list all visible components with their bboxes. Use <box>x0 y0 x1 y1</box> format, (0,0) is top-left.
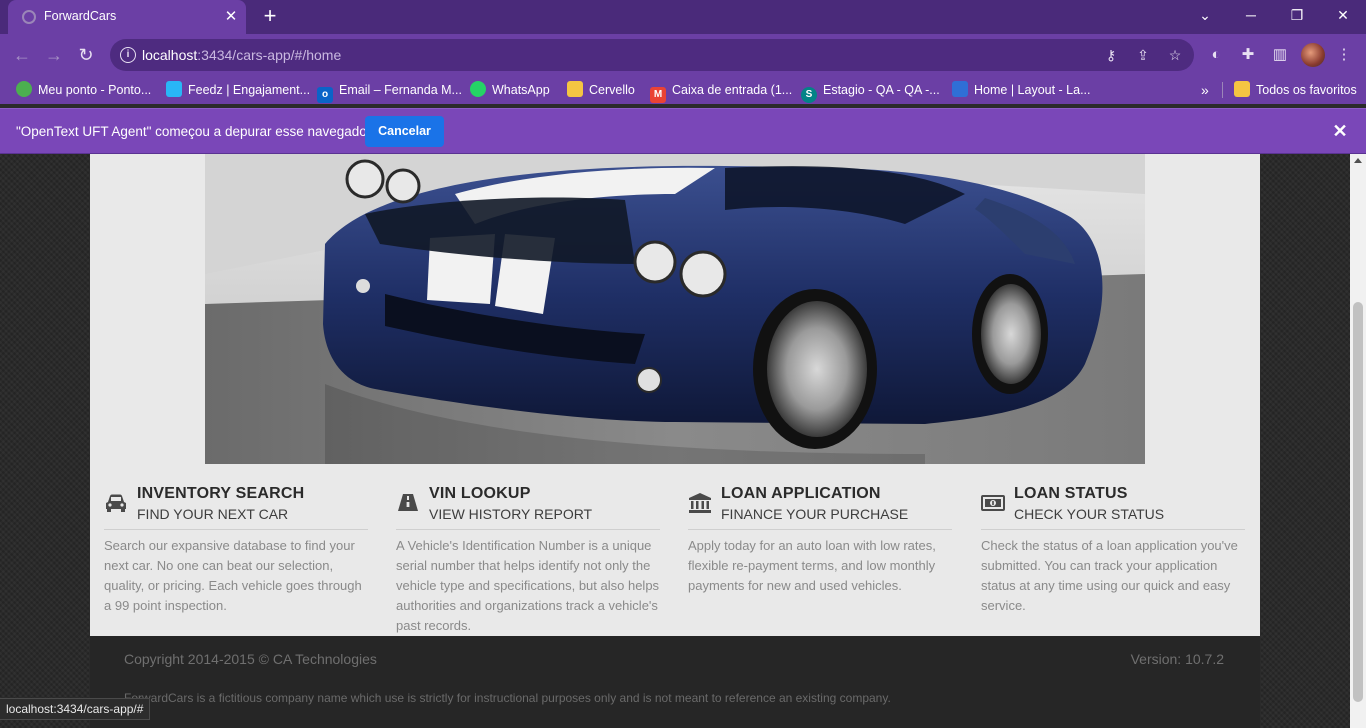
address-bar[interactable]: i localhost:3434/cars-app/#/home ⚷ ⇪ ☆ <box>110 39 1194 71</box>
whatsapp-icon <box>470 81 486 97</box>
feature-subtitle: FINANCE YOUR PURCHASE <box>721 506 909 522</box>
scroll-thumb[interactable] <box>1353 302 1363 702</box>
bookmark-label: Cervello <box>589 83 635 97</box>
feature-divider <box>688 529 952 530</box>
road-icon <box>398 494 418 511</box>
bookmark-label: Caixa de entrada (1... <box>672 83 793 97</box>
footer-copyright: Copyright 2014-2015 © CA Technologies <box>124 651 377 667</box>
new-tab-icon[interactable]: + <box>258 5 282 28</box>
url-text[interactable]: localhost:3434/cars-app/#/home <box>142 47 341 63</box>
forward-icon[interactable]: → <box>41 42 67 68</box>
bookmark-label: WhatsApp <box>492 83 550 97</box>
key-icon[interactable]: ⚷ <box>1100 45 1122 65</box>
feature-subtitle: CHECK YOUR STATUS <box>1014 506 1165 522</box>
page-footer: Copyright 2014-2015 © CA Technologies Ve… <box>90 636 1260 728</box>
hero-car-image <box>205 154 1145 464</box>
browser-tab[interactable]: ForwardCars ✕ <box>8 0 246 34</box>
feature-description: Check the status of a loan application y… <box>981 538 1238 613</box>
bookmark-label: Home | Layout - La... <box>974 83 1091 97</box>
star-icon[interactable]: ☆ <box>1164 45 1186 65</box>
car-illustration <box>205 154 1145 464</box>
tab-title: ForwardCars <box>44 9 117 23</box>
feature-title[interactable]: INVENTORY SEARCH <box>137 485 304 503</box>
cancel-button[interactable]: Cancelar <box>365 116 444 147</box>
extension-logo-icon[interactable]: ◐ <box>1205 44 1227 66</box>
back-icon[interactable]: ← <box>9 42 35 68</box>
bank-icon <box>689 493 711 513</box>
url-path: :3434/cars-app/#/home <box>197 47 342 63</box>
window-close-icon[interactable]: ✕ <box>1320 0 1366 30</box>
folder-icon <box>1234 81 1250 97</box>
feature-subtitle: VIEW HISTORY REPORT <box>429 506 593 522</box>
menu-kebab-icon[interactable]: ⋮ <box>1333 44 1355 66</box>
bookmark-label: Feedz | Engajament... <box>188 83 311 97</box>
car-icon <box>106 494 126 512</box>
main-content: INVENTORY SEARCH FIND YOUR NEXT CAR Sear… <box>90 154 1260 636</box>
bookmarks-overflow-icon[interactable]: » <box>1201 81 1209 99</box>
feature-description: Search our expansive database to find yo… <box>104 538 362 613</box>
feature-divider <box>981 529 1245 530</box>
reload-icon[interactable]: ↻ <box>73 42 99 68</box>
bookmark-item[interactable]: Cervello <box>567 81 635 99</box>
sharepoint-icon: S <box>801 87 817 103</box>
tab-close-icon[interactable]: ✕ <box>222 8 240 26</box>
bookmark-item[interactable]: M Caixa de entrada (1... <box>650 81 793 103</box>
bookmark-label: Estagio - QA - QA -... <box>823 83 940 97</box>
debugging-infobar: "OpenText UFT Agent" começou a depurar e… <box>0 108 1366 154</box>
bookmark-item[interactable]: Home | Layout - La... <box>952 81 1091 99</box>
feature-title[interactable]: LOAN APPLICATION <box>721 485 881 503</box>
page-viewport: INVENTORY SEARCH FIND YOUR NEXT CAR Sear… <box>0 154 1350 728</box>
feedz-icon <box>166 81 182 97</box>
money-icon <box>981 495 1005 511</box>
outlook-icon: o <box>317 87 333 103</box>
bookmark-label: Email – Fernanda M... <box>339 83 462 97</box>
layout-icon <box>952 81 968 97</box>
url-host: localhost <box>142 47 198 63</box>
all-bookmarks-label: Todos os favoritos <box>1256 83 1357 97</box>
footer-version: Version: 10.7.2 <box>1130 651 1224 667</box>
tab-favicon-icon <box>22 10 36 24</box>
restore-icon[interactable]: ❐ <box>1274 0 1320 30</box>
bookmark-label: Meu ponto - Ponto... <box>38 83 152 97</box>
share-icon[interactable]: ⇪ <box>1132 45 1154 65</box>
page-scrollbar[interactable] <box>1350 154 1366 728</box>
feature-title[interactable]: VIN LOOKUP <box>429 485 531 503</box>
site-info-icon[interactable]: i <box>120 47 136 63</box>
browser-toolbar: ← → ↻ i localhost:3434/cars-app/#/home ⚷… <box>0 34 1366 76</box>
gmail-icon: M <box>650 87 666 103</box>
feature-divider <box>104 529 368 530</box>
bookmark-item[interactable]: S Estagio - QA - QA -... <box>801 81 940 103</box>
minimize-icon[interactable]: ─ <box>1228 0 1274 30</box>
infobar-message: "OpenText UFT Agent" começou a depurar e… <box>16 124 372 139</box>
feature-description: A Vehicle's Identification Number is a u… <box>396 538 660 633</box>
feature-subtitle: FIND YOUR NEXT CAR <box>137 506 289 522</box>
bookmark-item[interactable]: Meu ponto - Ponto... <box>16 81 151 99</box>
browser-title-bar: ForwardCars ✕ + ⌄ ─ ❐ ✕ <box>0 0 1366 34</box>
all-bookmarks[interactable]: Todos os favoritos <box>1234 81 1357 99</box>
bookmarks-divider <box>1222 82 1223 98</box>
extensions-puzzle-icon[interactable]: ✚ <box>1237 44 1259 66</box>
feature-divider <box>396 529 660 530</box>
tab-search-icon[interactable]: ⌄ <box>1182 0 1228 30</box>
bookmarks-bar: Meu ponto - Ponto... Feedz | Engajament.… <box>0 76 1366 104</box>
folder-icon <box>567 81 583 97</box>
bookmark-item[interactable]: Feedz | Engajament... <box>166 81 310 99</box>
side-panel-icon[interactable]: ▥ <box>1269 44 1291 66</box>
scroll-up-arrow-icon[interactable] <box>1354 158 1362 163</box>
profile-avatar[interactable] <box>1301 43 1325 67</box>
feature-title[interactable]: LOAN STATUS <box>1014 485 1128 503</box>
infobar-close-icon[interactable]: ✕ <box>1330 121 1350 141</box>
link-status-bubble: localhost:3434/cars-app/# <box>0 698 151 720</box>
footer-disclaimer: ForwardCars is a fictitious company name… <box>124 691 891 705</box>
bookmark-item[interactable]: WhatsApp <box>470 81 550 99</box>
ponto-icon <box>16 81 32 97</box>
feature-description: Apply today for an auto loan with low ra… <box>688 538 936 593</box>
bookmark-item[interactable]: o Email – Fernanda M... <box>317 81 462 103</box>
